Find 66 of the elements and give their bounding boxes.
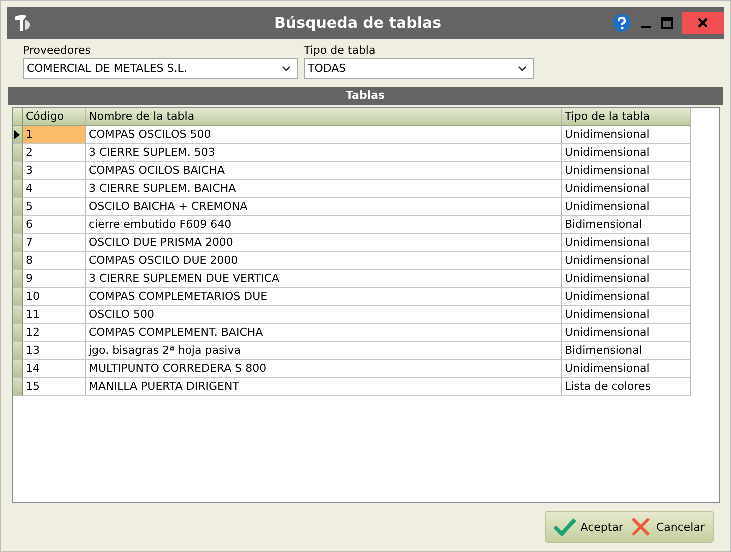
maximize-icon[interactable] (661, 17, 673, 29)
table-cell: Bidimensional (562, 342, 691, 360)
table-cell: OSCILO BAICHA + CREMONA (86, 198, 562, 216)
table-cell: Unidimensional (562, 126, 691, 144)
table-cell: 3 CIERRE SUPLEM. BAICHA (86, 180, 562, 198)
chevron-down-icon (518, 66, 527, 72)
close-icon (698, 18, 708, 28)
field-label: Proveedores (23, 43, 92, 58)
table-cell: 9 (23, 270, 86, 288)
dropdown-field[interactable]: COMERCIAL DE METALES S.L. (23, 58, 298, 79)
table-cell: 11 (23, 306, 86, 324)
table-cell: 3 CIERRE SUPLEMEN DUE VERTICA (86, 270, 562, 288)
row-indicator[interactable] (13, 126, 23, 144)
table-cell: 3 (23, 162, 86, 180)
table-cell: 14 (23, 360, 86, 378)
table-cell: Unidimensional (562, 162, 691, 180)
column-header[interactable]: Código (23, 108, 86, 126)
table-cell: MULTIPUNTO CORREDERA S 800 (86, 360, 562, 378)
table-cell: COMPAS OSCILOS 500 (86, 126, 562, 144)
column-header[interactable]: Nombre de la tabla (86, 108, 562, 126)
table-cell: Bidimensional (562, 216, 691, 234)
logo-icon (13, 13, 33, 33)
table-cell: COMPAS COMPLEMENT. BAICHA (86, 324, 562, 342)
table-cell: 5 (23, 198, 86, 216)
table-cell: 12 (23, 324, 86, 342)
chevron-down-icon (282, 66, 291, 72)
checkmark-icon (554, 518, 576, 536)
table-cell: 8 (23, 252, 86, 270)
dropdown-field[interactable]: TODAS (304, 58, 534, 79)
table-cell: 3 CIERRE SUPLEM. 503 (86, 144, 562, 162)
table-cell: jgo. bisagras 2ª hoja pasiva (86, 342, 562, 360)
table-cell: Unidimensional (562, 324, 691, 342)
help-icon[interactable] (613, 14, 631, 32)
table-cell: 4 (23, 180, 86, 198)
table-cell: Unidimensional (562, 198, 691, 216)
table-cell: Unidimensional (562, 306, 691, 324)
table-cell: 1 (23, 126, 86, 144)
table-cell: COMPAS OSCILO DUE 2000 (86, 252, 562, 270)
table-cell: Unidimensional (562, 360, 691, 378)
cancel-button[interactable]: Cancelar (629, 517, 707, 537)
table-cell: COMPAS COMPLEMETARIOS DUE (86, 288, 562, 306)
table-cell: Unidimensional (562, 180, 691, 198)
accept-button[interactable]: Aceptar (552, 518, 626, 536)
table-cell: OSCILO 500 (86, 306, 562, 324)
table-cell: MANILLA PUERTA DIRIGENT (86, 378, 562, 396)
table-cell: 2 (23, 144, 86, 162)
table-cell: Lista de colores (562, 378, 691, 396)
table-cell: 13 (23, 342, 86, 360)
table-cell: Unidimensional (562, 144, 691, 162)
table-cell: 7 (23, 234, 86, 252)
table-cell: cierre embutido F609 640 (86, 216, 562, 234)
column-header[interactable]: Tipo de la tabla (562, 108, 691, 126)
window-title: Búsqueda de tablas (273, 14, 443, 32)
field-label: Tipo de tabla (304, 43, 377, 58)
close-icon (631, 517, 652, 537)
table-cell: 6 (23, 216, 86, 234)
close-button[interactable] (682, 12, 724, 34)
table-cell: Unidimensional (562, 270, 691, 288)
table-cell: 10 (23, 288, 86, 306)
section-header: Tablas (8, 87, 723, 105)
table-cell: 15 (23, 378, 86, 396)
table-cell: Unidimensional (562, 234, 691, 252)
table-cell: Unidimensional (562, 252, 691, 270)
table-cell: OSCILO DUE PRISMA 2000 (86, 234, 562, 252)
table-cell: Unidimensional (562, 288, 691, 306)
table-cell: COMPAS OCILOS BAICHA (86, 162, 562, 180)
